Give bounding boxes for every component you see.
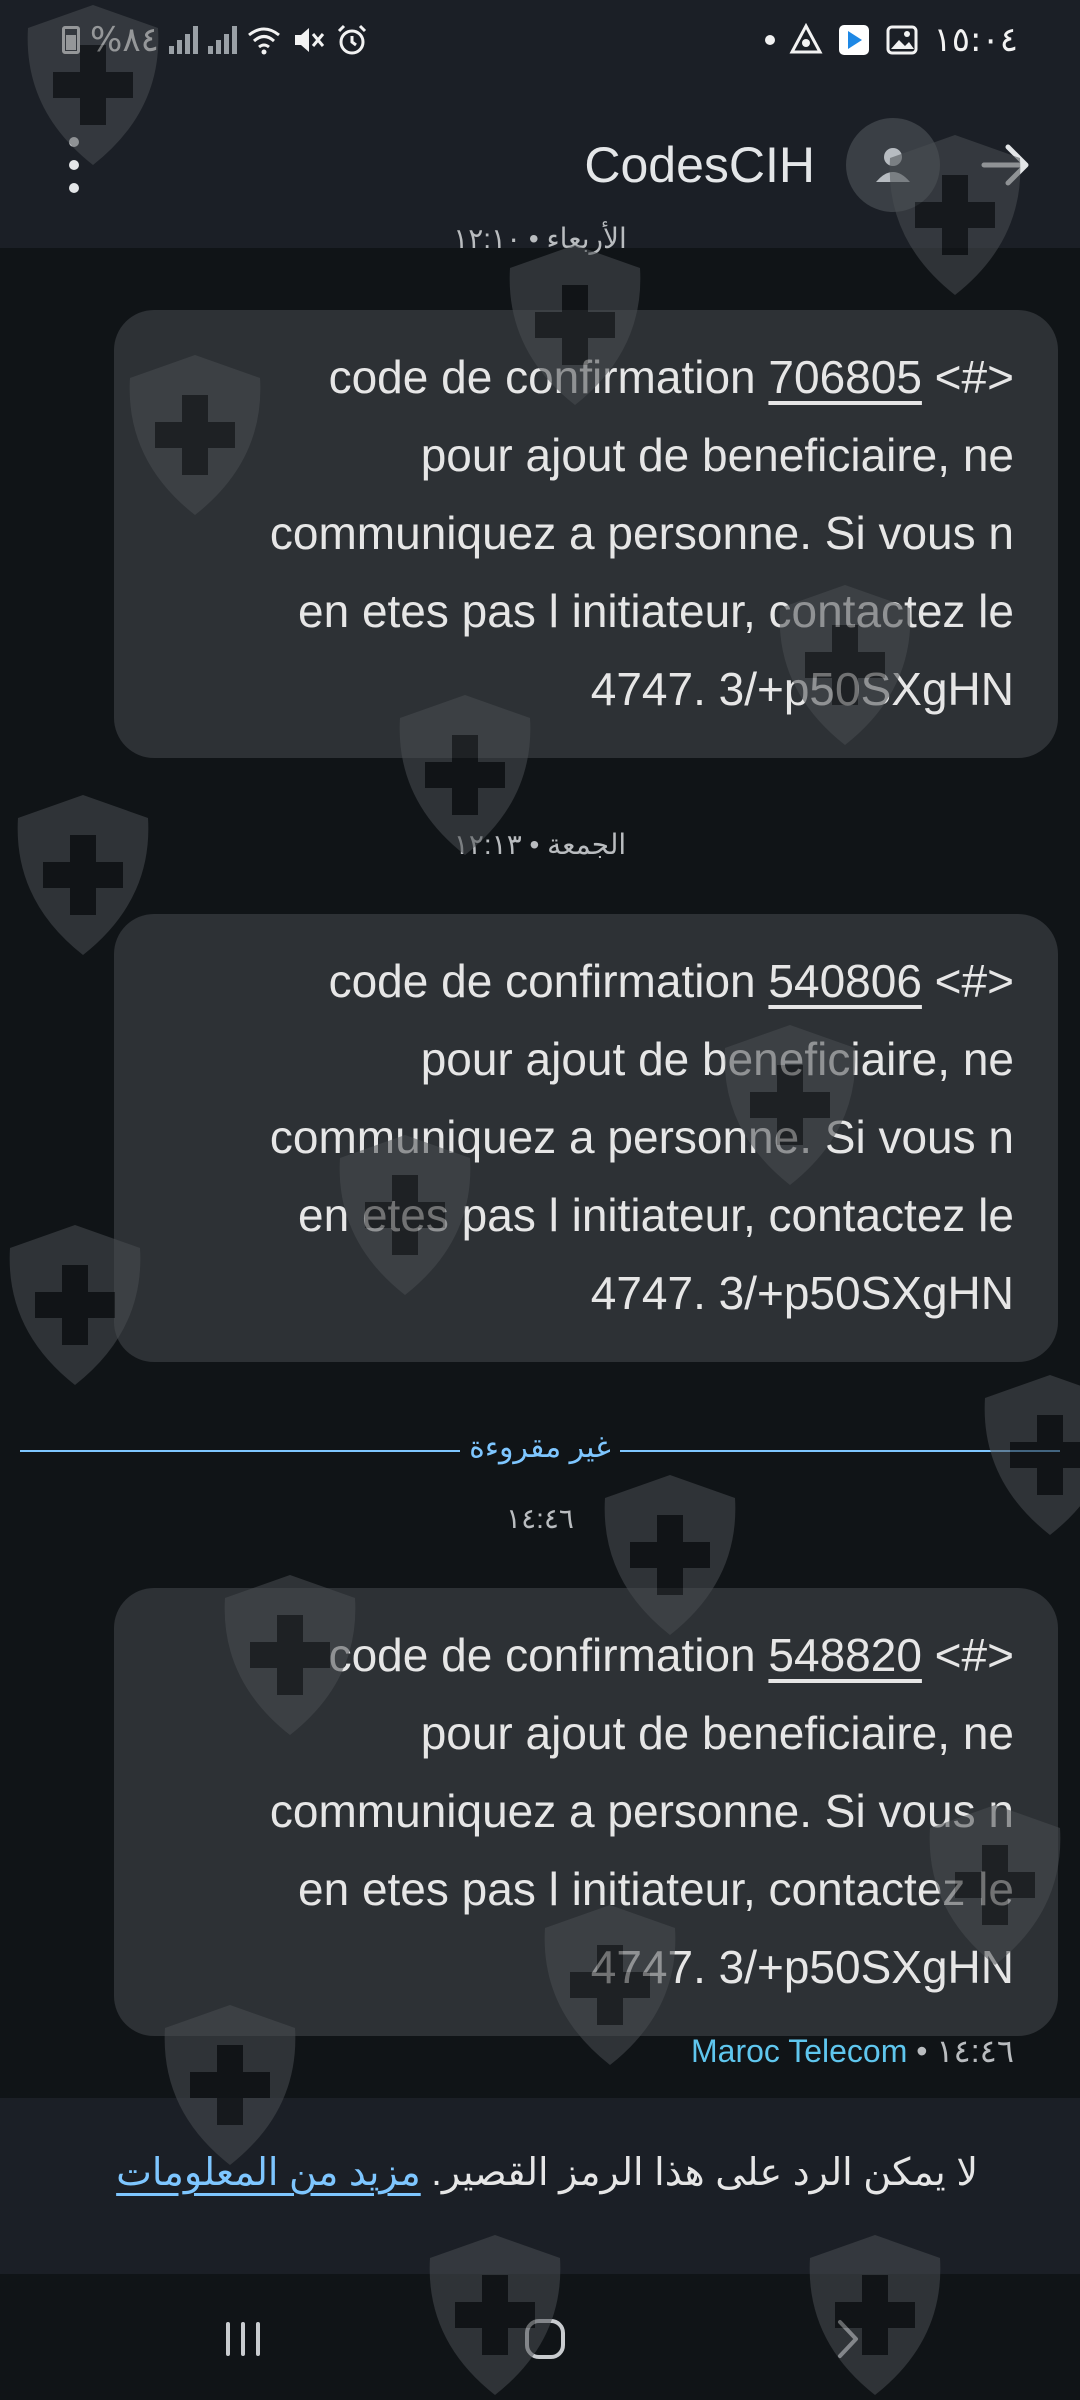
message-bubble-3[interactable]: code de confirmation 548820 <#> pour ajo…	[114, 1588, 1058, 2036]
conversation-title: CodesCIH	[584, 137, 815, 193]
message-line: 4747. 3/+p50SXgHN	[590, 1941, 1014, 1993]
sender-time: ١٤:٤٦	[936, 2033, 1014, 2069]
menu-icon[interactable]	[56, 130, 92, 200]
status-bar: %٨٤ ١٥:٠٤	[0, 0, 1080, 80]
battery-level: %٨٤	[90, 20, 159, 60]
battery-icon	[62, 26, 80, 54]
message-bubble-1[interactable]: code de confirmation 706805 <#> pour ajo…	[114, 310, 1058, 758]
back-icon[interactable]	[812, 2304, 882, 2374]
gallery-icon	[886, 25, 918, 55]
sender-info: Maroc Telecom • ١٤:٤٦	[691, 2032, 1014, 2070]
notification-dot-icon	[765, 35, 776, 45]
unread-divider: غير مقروءة	[20, 1430, 1060, 1470]
message-bubble-2[interactable]: code de confirmation 540806 <#> pour ajo…	[114, 914, 1058, 1362]
message-line: en etes pas l initiateur, contactez le	[298, 1863, 1014, 1915]
alarm-icon	[337, 24, 366, 55]
reply-unavailable-bar: لا يمكن الرد على هذا الرمز القصير. مزيد …	[0, 2098, 1080, 2274]
learn-more-link[interactable]: مزيد من المعلومات	[116, 2152, 421, 2194]
timestamp-friday: الجمعة • ١٢:١٣	[453, 829, 627, 860]
contact-avatar[interactable]	[846, 118, 940, 212]
status-right: ١٥:٠٤	[765, 20, 1018, 60]
sender-name: Maroc Telecom	[691, 2033, 908, 2069]
sender-separator: •	[907, 2033, 937, 2069]
otp-code-3[interactable]: 548820	[768, 1629, 922, 1681]
message-line: code de confirmation 548820 <#>	[328, 1629, 1014, 1681]
arrow-forward-icon[interactable]	[976, 135, 1036, 195]
timestamp-unread: ١٤:٤٦	[506, 1503, 574, 1534]
signal-icon-2	[207, 26, 237, 54]
message-line: 4747. 3/+p50SXgHN	[590, 663, 1014, 715]
message-line: 4747. 3/+p50SXgHN	[590, 1267, 1014, 1319]
person-icon	[876, 148, 910, 182]
system-nav-bar	[0, 2274, 1080, 2400]
message-line: communiquez a personne. Si vous n	[269, 507, 1014, 559]
recents-icon[interactable]	[208, 2304, 278, 2374]
otp-code-1[interactable]: 706805	[768, 351, 922, 403]
message-line: pour ajout de beneficiaire, ne	[420, 1033, 1014, 1085]
clock: ١٥:٠٤	[933, 20, 1018, 60]
timestamp-partial: الأربعاء • ١٢:١٠	[453, 223, 627, 254]
signal-icon	[168, 26, 198, 54]
reply-unavailable-text: لا يمكن الرد على هذا الرمز القصير. مزيد …	[116, 2152, 978, 2194]
app-notification-icon	[789, 23, 823, 54]
unread-label: غير مقروءة	[469, 1431, 611, 1464]
message-line: en etes pas l initiateur, contactez le	[298, 1189, 1014, 1241]
message-line: en etes pas l initiateur, contactez le	[298, 585, 1014, 637]
mute-icon	[294, 28, 324, 52]
message-line: communiquez a personne. Si vous n	[269, 1111, 1014, 1163]
otp-code-2[interactable]: 540806	[768, 955, 922, 1007]
wifi-icon	[247, 27, 280, 55]
status-left: %٨٤	[62, 20, 369, 60]
message-line: code de confirmation 706805 <#>	[328, 351, 1014, 403]
message-line: communiquez a personne. Si vous n	[269, 1785, 1014, 1837]
conversation-list[interactable]: الأربعاء • ١٢:١٠ code de confirmation 70…	[0, 223, 1080, 2098]
home-icon[interactable]	[510, 2304, 580, 2374]
message-line: pour ajout de beneficiaire, ne	[420, 1707, 1014, 1759]
message-line: code de confirmation 540806 <#>	[328, 955, 1014, 1007]
message-line: pour ajout de beneficiaire, ne	[420, 429, 1014, 481]
play-store-icon	[839, 25, 870, 55]
